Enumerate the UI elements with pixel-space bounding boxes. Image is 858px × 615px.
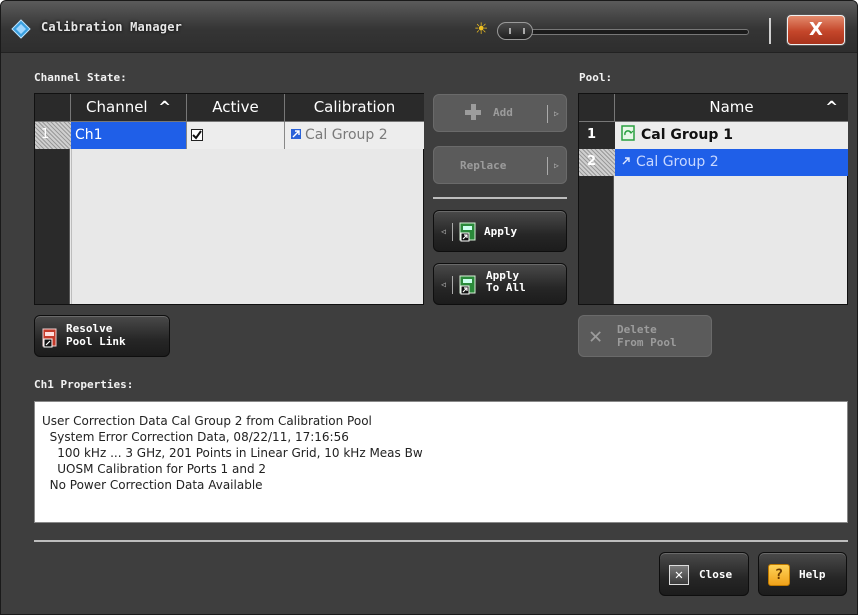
left-arrow-icon: ◁: [441, 227, 446, 236]
corner-header: [35, 94, 71, 122]
brightness-slider-thumb[interactable]: [497, 22, 533, 40]
properties-line: UOSM Calibration for Ports 1 and 2: [42, 462, 267, 476]
resolve-pool-link-button[interactable]: Resolve Pool Link: [34, 315, 170, 357]
checkmark-icon: [192, 130, 202, 140]
right-arrow-icon: ▷: [554, 109, 559, 118]
title-bar: Calibration Manager ☀ X: [1, 1, 857, 53]
column-header-channel[interactable]: Channel ^: [71, 94, 187, 122]
apply-button[interactable]: ◁ Apply: [433, 210, 567, 252]
plus-icon: [465, 104, 481, 120]
properties-line: System Error Correction Data, 08/22/11, …: [42, 430, 349, 444]
channel-state-table[interactable]: Channel ^ Active Calibration 1 Ch1 Cal G…: [34, 93, 424, 305]
properties-line: No Power Correction Data Available: [42, 478, 263, 492]
help-question-icon: ?: [768, 564, 790, 586]
button-separator: [452, 223, 453, 241]
active-checkbox[interactable]: [191, 129, 203, 141]
corner-header: [579, 94, 615, 122]
row-number: 1: [579, 122, 615, 149]
button-separator: [547, 157, 548, 175]
window-title: Calibration Manager: [41, 20, 183, 34]
active-cell[interactable]: [187, 122, 285, 149]
sort-ascending-icon: ^: [825, 98, 838, 116]
brightness-slider[interactable]: [499, 29, 749, 35]
button-separator: [547, 105, 548, 123]
close-x-icon: ✕: [669, 565, 689, 585]
grid-line: [71, 149, 72, 304]
left-arrow-icon: ◁: [441, 280, 446, 289]
bottom-divider: [34, 540, 848, 542]
properties-label: Ch1 Properties:: [34, 378, 134, 391]
button-group-divider: [433, 197, 567, 199]
sort-ascending-icon: ^: [158, 98, 171, 116]
column-header-calibration[interactable]: Calibration: [285, 94, 424, 122]
apply-all-cal-icon: [459, 275, 476, 295]
pool-label: Pool:: [579, 71, 613, 84]
resolve-link-icon: [42, 328, 57, 348]
pool-name-cell[interactable]: Cal Group 2: [615, 149, 848, 176]
channel-cell[interactable]: Ch1: [71, 122, 187, 149]
app-icon: [11, 19, 31, 39]
title-divider: [769, 18, 771, 44]
right-arrow-icon: ▷: [554, 161, 559, 170]
green-cal-icon: [621, 125, 635, 141]
link-arrow-icon: [622, 157, 630, 165]
column-header-active[interactable]: Active: [187, 94, 285, 122]
link-arrow-icon: [291, 129, 301, 139]
calibration-cell[interactable]: Cal Group 2: [285, 122, 424, 149]
row-number: 1: [35, 122, 71, 149]
window-close-button[interactable]: X: [787, 15, 845, 45]
replace-button[interactable]: Replace ▷: [433, 146, 567, 184]
properties-line: User Correction Data Cal Group 2 from Ca…: [42, 414, 372, 428]
brightness-icon: ☀: [474, 19, 489, 38]
delete-x-icon: ✕: [589, 324, 603, 349]
pool-name-cell[interactable]: Cal Group 1: [615, 122, 848, 149]
row-number: 2: [579, 149, 615, 176]
button-separator: [452, 276, 453, 294]
column-header-name[interactable]: Name ^: [615, 94, 848, 122]
help-button[interactable]: ? Help: [758, 552, 847, 596]
add-button[interactable]: Add ▷: [433, 94, 567, 132]
apply-cal-icon: [459, 222, 476, 242]
properties-line: 100 kHz ... 3 GHz, 201 Points in Linear …: [42, 446, 423, 460]
pool-table[interactable]: Name ^ 1 Cal Group 1 2 Cal Group 2: [578, 93, 848, 305]
apply-to-all-button[interactable]: ◁ Apply To All: [433, 263, 567, 305]
delete-from-pool-button[interactable]: ✕ Delete From Pool: [578, 315, 712, 357]
channel-state-label: Channel State:: [34, 71, 127, 84]
calibration-manager-window: Calibration Manager ☀ X Channel State: P…: [0, 0, 858, 615]
properties-text-box: User Correction Data Cal Group 2 from Ca…: [34, 401, 848, 523]
close-button[interactable]: ✕ Close: [659, 552, 749, 596]
